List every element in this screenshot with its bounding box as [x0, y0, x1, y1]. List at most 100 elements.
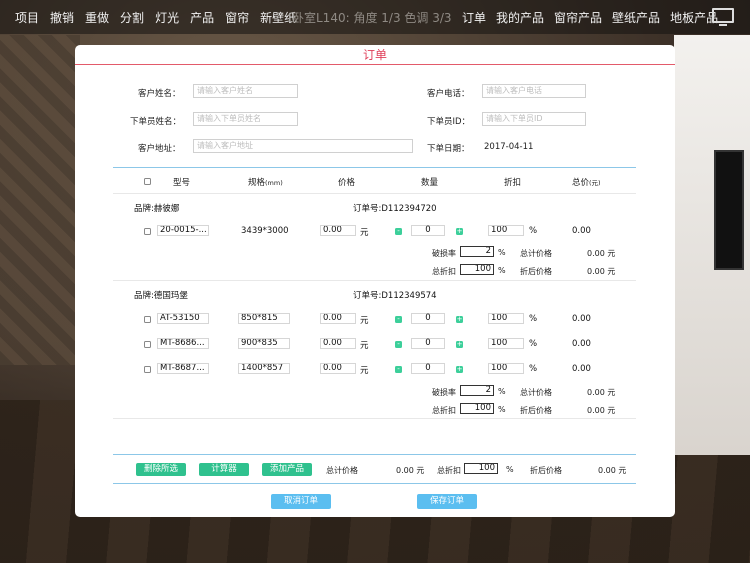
- row-checkbox[interactable]: [144, 316, 151, 323]
- discount-unit: %: [529, 339, 538, 349]
- group-discount-label: 总折扣: [432, 267, 456, 276]
- col-total: 总价(元): [572, 176, 601, 188]
- spec-field[interactable]: 850*815: [238, 313, 290, 324]
- minus-icon[interactable]: -: [395, 366, 402, 373]
- group-discount-unit: %: [498, 266, 506, 275]
- divider: [113, 193, 636, 194]
- dialog-title: 订单: [75, 45, 675, 65]
- group-total-label: 总计价格: [520, 249, 552, 258]
- total-discount-unit: %: [506, 465, 514, 474]
- qty-field[interactable]: 0: [411, 363, 445, 374]
- calculator-button[interactable]: 计算器: [199, 463, 249, 476]
- qty-field[interactable]: 0: [411, 313, 445, 324]
- menu-floor-products[interactable]: 地板产品: [670, 9, 718, 26]
- plus-icon[interactable]: +: [456, 341, 463, 348]
- save-order-button[interactable]: 保存订单: [417, 494, 477, 509]
- customer-phone-input[interactable]: 请输入客户电话: [482, 84, 586, 98]
- discount-field[interactable]: 100: [488, 313, 524, 324]
- menu-split[interactable]: 分割: [120, 9, 144, 26]
- scene-info: 卧室L140: 角度 1/3 色调 3/3: [292, 11, 452, 25]
- delete-selected-button[interactable]: 删除所选: [136, 463, 186, 476]
- top-toolbar: 项目 撤销 重做 分割 灯光 产品 窗帘 新壁纸 卧室L140: 角度 1/3 …: [0, 0, 750, 34]
- group-after-label: 折后价格: [520, 406, 552, 415]
- plus-icon[interactable]: +: [456, 366, 463, 373]
- minus-icon[interactable]: -: [395, 316, 402, 323]
- toolbar-right-menu: 订单 我的产品 窗帘产品 壁纸产品 地板产品: [462, 9, 718, 26]
- brand-name: 品牌:德国玛堡: [134, 291, 188, 301]
- discount-field[interactable]: 100: [488, 363, 524, 374]
- model-field[interactable]: 20-0015-...: [157, 225, 209, 236]
- menu-undo[interactable]: 撤销: [50, 9, 74, 26]
- col-spec-text: 规格: [248, 178, 266, 188]
- plus-icon[interactable]: +: [456, 228, 463, 235]
- qty-field[interactable]: 0: [411, 338, 445, 349]
- wallpaper-area: [0, 35, 80, 365]
- screen-icon[interactable]: [712, 8, 734, 26]
- plus-icon[interactable]: +: [456, 316, 463, 323]
- order-number: 订单号:D112394720: [353, 204, 437, 214]
- total-discount-field[interactable]: 100: [464, 463, 498, 474]
- price-unit: 元: [360, 366, 369, 376]
- group-discount-field[interactable]: 100: [460, 403, 494, 414]
- loss-rate-field[interactable]: 2: [460, 246, 494, 257]
- price-field[interactable]: 0.00: [320, 338, 356, 349]
- loss-rate-unit: %: [498, 248, 506, 257]
- model-field[interactable]: AT-53150: [157, 313, 209, 324]
- col-discount: 折扣: [504, 178, 522, 188]
- divider: [113, 483, 636, 484]
- group-discount-label: 总折扣: [432, 406, 456, 415]
- after-discount-label: 折后价格: [530, 466, 562, 475]
- address-input[interactable]: 请输入客户地址: [193, 139, 413, 153]
- spec-field[interactable]: 900*835: [238, 338, 290, 349]
- add-product-button[interactable]: 添加产品: [262, 463, 312, 476]
- discount-unit: %: [529, 226, 538, 236]
- orderer-id-input[interactable]: 请输入下单员ID: [482, 112, 586, 126]
- menu-curtain-products[interactable]: 窗帘产品: [554, 9, 602, 26]
- orderer-name-input[interactable]: 请输入下单员姓名: [193, 112, 298, 126]
- model-field[interactable]: MT-8687...: [157, 363, 209, 374]
- loss-rate-field[interactable]: 2: [460, 385, 494, 396]
- price-field[interactable]: 0.00: [320, 313, 356, 324]
- row-checkbox[interactable]: [144, 341, 151, 348]
- discount-field[interactable]: 100: [488, 338, 524, 349]
- order-number: 订单号:D112349574: [353, 291, 437, 301]
- qty-field[interactable]: 0: [411, 225, 445, 236]
- menu-my-products[interactable]: 我的产品: [496, 9, 544, 26]
- menu-new-wallpaper[interactable]: 新壁纸: [260, 9, 296, 26]
- minus-icon[interactable]: -: [395, 341, 402, 348]
- row-checkbox[interactable]: [144, 228, 151, 235]
- divider: [113, 418, 636, 419]
- menu-wallpaper-products[interactable]: 壁纸产品: [612, 9, 660, 26]
- after-discount-value: 0.00 元: [598, 466, 627, 475]
- model-field[interactable]: MT-8686...: [157, 338, 209, 349]
- minus-icon[interactable]: -: [395, 228, 402, 235]
- menu-lighting[interactable]: 灯光: [155, 9, 179, 26]
- price-unit: 元: [360, 228, 369, 238]
- menu-curtains[interactable]: 窗帘: [225, 9, 249, 26]
- menu-products[interactable]: 产品: [190, 9, 214, 26]
- group-discount-field[interactable]: 100: [460, 264, 494, 275]
- divider: [113, 280, 636, 281]
- select-all-checkbox[interactable]: [144, 178, 151, 185]
- price-field[interactable]: 0.00: [320, 225, 356, 236]
- menu-redo[interactable]: 重做: [85, 9, 109, 26]
- total-price-label: 总计价格: [326, 466, 358, 475]
- menu-orders[interactable]: 订单: [462, 9, 486, 26]
- loss-rate-label: 破损率: [432, 388, 456, 397]
- loss-rate-unit: %: [498, 387, 506, 396]
- group-total-value: 0.00 元: [587, 249, 616, 258]
- total-price-value: 0.00 元: [396, 466, 425, 475]
- discount-field[interactable]: 100: [488, 225, 524, 236]
- menu-project[interactable]: 项目: [15, 9, 39, 26]
- customer-name-input[interactable]: 请输入客户姓名: [193, 84, 298, 98]
- col-model: 型号: [173, 178, 191, 188]
- spec-field[interactable]: 1400*857: [238, 363, 290, 374]
- row-total: 0.00: [572, 364, 591, 374]
- tv-set: [714, 150, 744, 270]
- cancel-order-button[interactable]: 取消订单: [271, 494, 331, 509]
- discount-unit: %: [529, 364, 538, 374]
- col-total-unit: (元): [589, 179, 601, 187]
- row-checkbox[interactable]: [144, 366, 151, 373]
- address-label: 客户地址：: [138, 144, 181, 154]
- price-field[interactable]: 0.00: [320, 363, 356, 374]
